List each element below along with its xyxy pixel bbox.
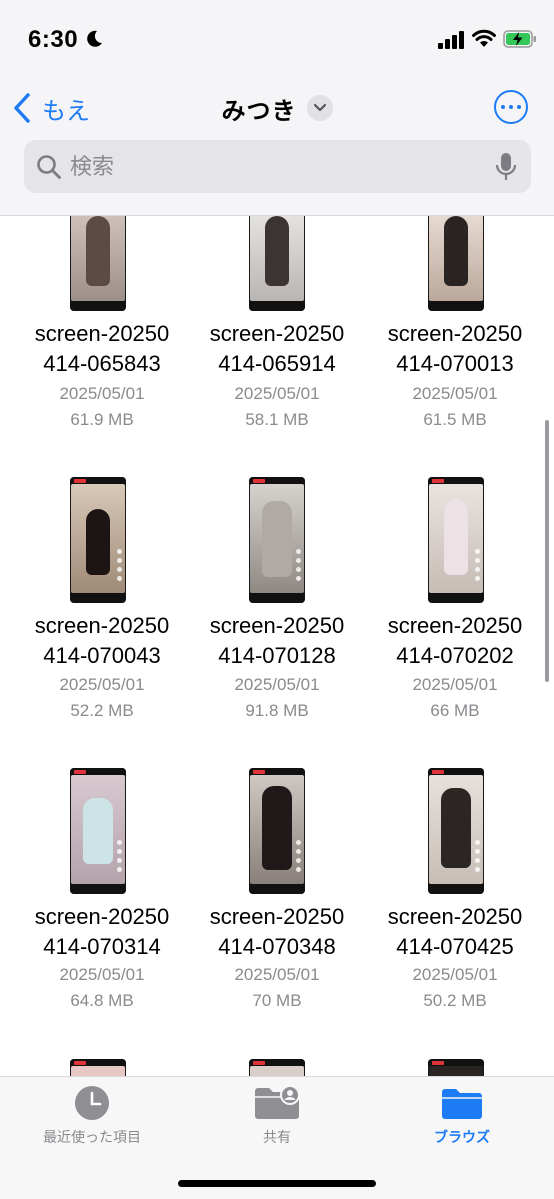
navigation-header: 6:30 もえ みつき bbox=[0, 0, 554, 216]
file-date: 2025/05/01 bbox=[412, 384, 498, 403]
file-size: 52.2 MB bbox=[70, 701, 134, 720]
file-name: screen-20250 414-065843 bbox=[34, 321, 170, 376]
cellular-signal-icon bbox=[438, 31, 464, 49]
page-title: みつき bbox=[221, 97, 297, 125]
battery-charging-icon bbox=[503, 30, 536, 48]
microphone-icon[interactable] bbox=[495, 152, 517, 182]
title-menu[interactable]: みつき bbox=[0, 90, 554, 126]
file-size: 66 MB bbox=[430, 701, 480, 720]
search-bar[interactable] bbox=[24, 140, 531, 193]
file-thumbnail[interactable] bbox=[249, 1059, 305, 1076]
file-size: 91.8 MB bbox=[245, 701, 309, 720]
file-thumbnail[interactable] bbox=[428, 768, 484, 894]
file-name: screen-20250 414-070348 bbox=[209, 904, 345, 959]
file-date: 2025/05/01 bbox=[234, 384, 320, 403]
status-time: 6:30 bbox=[28, 26, 79, 53]
file-name: screen-20250 414-070043 bbox=[34, 613, 170, 668]
file-size: 64.8 MB bbox=[70, 991, 134, 1010]
more-options-button[interactable] bbox=[494, 90, 528, 124]
search-icon bbox=[37, 154, 61, 179]
file-name: screen-20250 414-065914 bbox=[209, 321, 345, 376]
file-thumbnail[interactable] bbox=[249, 768, 305, 894]
chevron-down-icon bbox=[306, 95, 333, 121]
file-thumbnail[interactable] bbox=[249, 216, 305, 311]
ellipsis-icon bbox=[501, 105, 505, 109]
home-indicator bbox=[178, 1180, 376, 1187]
file-thumbnail[interactable] bbox=[70, 216, 126, 311]
file-date: 2025/05/01 bbox=[59, 675, 145, 694]
file-date: 2025/05/01 bbox=[412, 965, 498, 984]
file-thumbnail[interactable] bbox=[428, 477, 484, 603]
file-date: 2025/05/01 bbox=[234, 675, 320, 694]
file-date: 2025/05/01 bbox=[59, 965, 145, 984]
file-date: 2025/05/01 bbox=[234, 965, 320, 984]
clock-icon bbox=[75, 1086, 109, 1120]
status-bar: 6:30 bbox=[0, 0, 554, 70]
file-name: screen-20250 414-070425 bbox=[387, 904, 523, 959]
file-size: 58.1 MB bbox=[245, 410, 309, 429]
file-thumbnail[interactable] bbox=[70, 477, 126, 603]
file-thumbnail[interactable] bbox=[249, 477, 305, 603]
file-name: screen-20250 414-070314 bbox=[34, 904, 170, 959]
file-size: 50.2 MB bbox=[423, 991, 487, 1010]
file-date: 2025/05/01 bbox=[59, 384, 145, 403]
shared-folder-icon bbox=[255, 1085, 300, 1119]
file-name: screen-20250 414-070128 bbox=[209, 613, 345, 668]
file-size: 61.5 MB bbox=[423, 410, 487, 429]
search-input[interactable] bbox=[70, 153, 495, 180]
file-thumbnail[interactable] bbox=[428, 1059, 484, 1076]
tab-browse[interactable]: ブラウズ bbox=[382, 1085, 542, 1147]
wifi-icon bbox=[472, 29, 496, 47]
moon-icon bbox=[87, 30, 102, 47]
file-name: screen-20250 414-070202 bbox=[387, 613, 523, 668]
tab-recents[interactable]: 最近使った項目 bbox=[12, 1085, 172, 1147]
tab-label: ブラウズ bbox=[434, 1129, 490, 1145]
tab-label: 最近使った項目 bbox=[43, 1129, 141, 1145]
file-size: 61.9 MB bbox=[70, 410, 134, 429]
ellipsis-dot bbox=[509, 105, 513, 109]
file-grid: screen-20250 414-065843 2025/05/01 61.9 M… bbox=[0, 216, 554, 1076]
file-size: 70 MB bbox=[252, 991, 302, 1010]
ellipsis-dot bbox=[517, 105, 521, 109]
tab-shared[interactable]: 共有 bbox=[197, 1085, 357, 1147]
scrollbar[interactable] bbox=[545, 420, 549, 682]
file-name: screen-20250 414-070013 bbox=[387, 321, 523, 376]
tab-label: 共有 bbox=[263, 1129, 291, 1145]
folder-icon bbox=[442, 1089, 482, 1119]
file-thumbnail[interactable] bbox=[70, 768, 126, 894]
file-thumbnail[interactable] bbox=[70, 1059, 126, 1076]
file-thumbnail[interactable] bbox=[428, 216, 484, 311]
file-date: 2025/05/01 bbox=[412, 675, 498, 694]
